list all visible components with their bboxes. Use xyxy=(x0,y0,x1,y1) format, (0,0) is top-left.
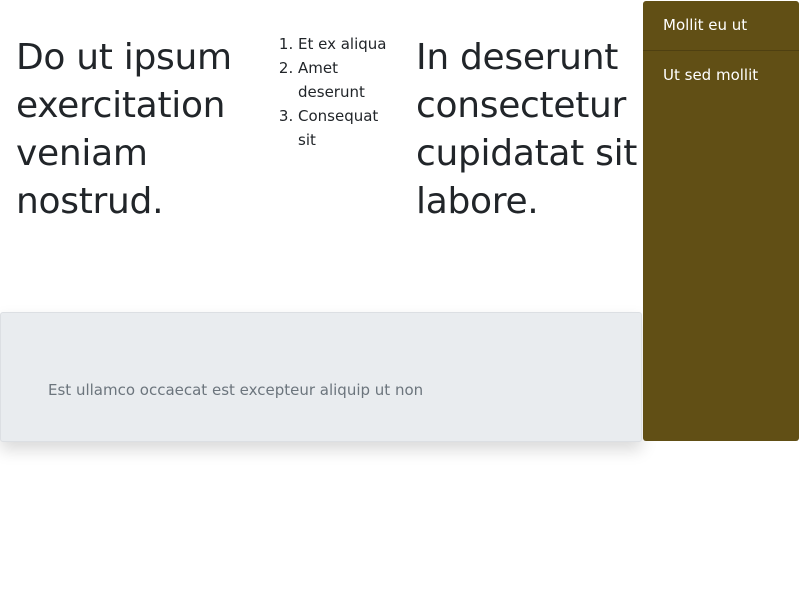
ordered-list: Et ex aliqua Amet deserunt Consequat sit xyxy=(258,32,388,152)
page: Do ut ipsum exercitation veniam nostrud.… xyxy=(0,0,800,600)
info-text: Est ullamco occaecat est excepteur aliqu… xyxy=(48,381,424,399)
right-heading: In deserunt consectetur cupidatat sit la… xyxy=(416,37,638,222)
menu-item-mollit-eu-ut[interactable]: Mollit eu ut xyxy=(643,1,799,51)
left-heading: Do ut ipsum exercitation veniam nostrud. xyxy=(16,37,232,222)
menu-item-ut-sed-mollit[interactable]: Ut sed mollit xyxy=(643,51,799,100)
list-item: Amet deserunt xyxy=(298,56,388,104)
info-box: Est ullamco occaecat est excepteur aliqu… xyxy=(0,312,642,442)
side-menu: Mollit eu ut Ut sed mollit xyxy=(643,1,799,441)
list-item: Consequat sit xyxy=(298,104,388,152)
list-item: Et ex aliqua xyxy=(298,32,388,56)
